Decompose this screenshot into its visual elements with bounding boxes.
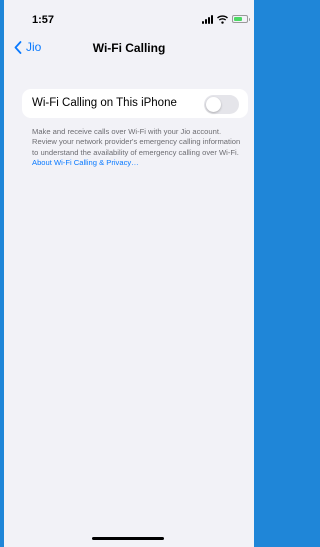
wifi-icon: [217, 14, 228, 24]
cellular-signal-icon: [202, 14, 213, 24]
battery-fill: [234, 17, 243, 21]
status-icons: [202, 13, 250, 25]
navigation-bar: Jio Wi-Fi Calling: [4, 38, 254, 60]
phone-screen: 1:57 Jio Wi-Fi Calling Wi-Fi Calling on …: [4, 0, 254, 547]
toggle-knob: [206, 97, 221, 112]
wifi-calling-toggle[interactable]: [204, 95, 239, 114]
description-text: Make and receive calls over Wi-Fi with y…: [32, 127, 241, 157]
status-time: 1:57: [32, 14, 55, 26]
page-title: Wi-Fi Calling: [92, 41, 166, 55]
about-privacy-link[interactable]: About Wi-Fi Calling & Privacy…: [32, 158, 139, 167]
battery-icon: [232, 15, 250, 23]
wifi-calling-label: Wi-Fi Calling on This iPhone: [32, 97, 177, 109]
status-bar: 1:57: [4, 0, 254, 40]
home-indicator[interactable]: [92, 537, 164, 540]
wifi-calling-setting-row: Wi-Fi Calling on This iPhone: [22, 89, 248, 118]
wifi-calling-description: Make and receive calls over Wi-Fi with y…: [32, 127, 242, 169]
